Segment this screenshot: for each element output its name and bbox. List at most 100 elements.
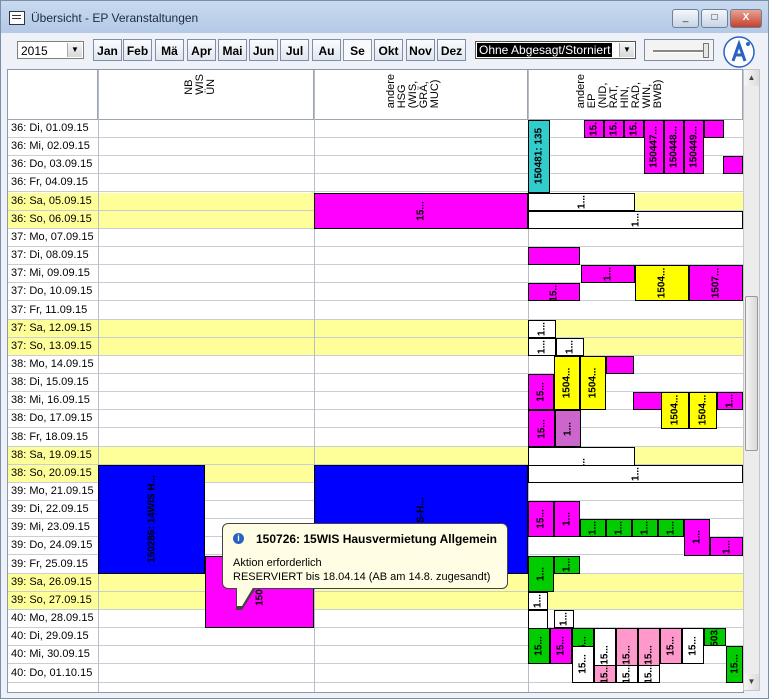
booking-label: 1... [587,521,599,536]
month-button-2[interactable]: Feb [123,39,152,61]
month-button-9[interactable]: Se [343,39,372,61]
booking-block[interactable]: 1... [684,519,710,556]
month-button-11[interactable]: Nov [406,39,435,61]
booking-block[interactable]: 1... [717,392,743,411]
booking-block[interactable]: 1... [606,519,632,538]
booking-block[interactable]: 1504... [635,265,689,302]
close-button[interactable]: X [730,9,762,28]
booking-block[interactable]: 15... [528,501,554,538]
scrollbar-thumb[interactable] [745,296,758,451]
booking-block[interactable]: 15. [584,120,604,139]
scroll-down-icon[interactable]: ▼ [744,674,759,690]
month-button-1[interactable]: Jan [93,39,122,61]
booking-block[interactable]: 1... [528,591,548,611]
booking-block[interactable]: 150286: 14WIS H... [98,464,205,574]
booking-block[interactable]: 150449... [684,120,704,175]
booking-block[interactable]: 1... [658,519,684,538]
booking-block[interactable]: 150481: 135 [528,120,550,193]
booking-block[interactable]: 15... [314,192,528,229]
status-filter-select[interactable]: Ohne Abgesagt/Storniert ▼ [475,41,636,59]
day-row[interactable]: 38: Do, 17.09.15 [8,410,743,429]
day-row[interactable]: 38: Fr, 18.09.15 [8,429,743,447]
day-row[interactable]: 40: Mo, 28.09.15 [8,610,743,629]
maximize-button[interactable]: □ [701,9,728,28]
booking-block[interactable]: 1504... [554,355,580,411]
booking-block[interactable]: 1... [528,555,554,592]
day-label: 38: Do, 17.09.15 [11,412,93,425]
booking-block[interactable]: 15... [726,646,743,683]
booking-block[interactable]: 15... [550,628,572,665]
month-button-10[interactable]: Okt [374,39,403,61]
booking-block[interactable] [606,355,634,375]
day-row[interactable]: 37: Sa, 12.09.15 [8,319,743,338]
booking-block[interactable]: 1... [632,519,658,538]
booking-block[interactable]: 1504... [689,392,717,429]
booking-block[interactable]: 1... [580,519,606,538]
month-button-7[interactable]: Jul [280,39,309,61]
booking-block[interactable]: 15... [638,664,660,683]
day-row[interactable]: 37: Do, 10.09.15 [8,283,743,302]
column-header-hsg[interactable]: andere HSG (WIS, GRÄ, MUC) [314,70,528,120]
booking-block[interactable]: 1... [555,410,581,447]
booking-block[interactable]: 15... [528,628,550,665]
booking-block[interactable]: 1... [710,537,743,556]
month-button-6[interactable]: Jun [249,39,278,61]
slider-thumb[interactable] [703,43,709,58]
booking-block[interactable]: 1... [528,319,556,338]
booking-block[interactable]: 15... [528,283,580,302]
booking-block[interactable]: 1503... [704,628,726,647]
booking-block[interactable]: 1504... [661,392,689,429]
booking-block[interactable]: 15... [660,628,682,665]
booking-block[interactable]: 1... [528,210,743,229]
month-button-12[interactable]: Dez [437,39,466,61]
month-button-4[interactable]: Apr [187,39,216,61]
vertical-scrollbar[interactable]: ▲ ▼ [743,69,760,691]
booking-block[interactable]: 1... [528,192,635,211]
minimize-button[interactable]: _ [672,9,699,28]
booking-block[interactable]: 15... [528,374,554,411]
booking-block[interactable]: 1... [554,555,580,574]
booking-block[interactable]: 15. [604,120,624,139]
day-row[interactable]: 39: So, 27.09.15 [8,591,743,610]
title-bar[interactable]: Übersicht - EP Veranstaltungen _ □ X [1,1,768,33]
day-row[interactable]: 37: Fr, 11.09.15 [8,302,743,320]
booking-block[interactable]: 1... [556,337,584,356]
booking-block[interactable]: 1... [554,610,574,629]
scroll-up-icon[interactable]: ▲ [744,70,759,86]
year-select[interactable]: 2015 ▼ [17,41,84,59]
booking-block[interactable]: 150447... [644,120,664,175]
booking-block[interactable] [528,247,580,266]
day-row[interactable]: 36: Do, 03.09.15 [8,156,743,175]
booking-label: 1... [602,267,614,282]
booking-block[interactable]: 15... [594,664,616,683]
booking-block[interactable]: 15. [624,120,644,139]
booking-block[interactable]: 1... [528,337,556,356]
column-header-ep[interactable]: andere EP (NID, RAT, HIN, RAD, WIN, BWB) [528,70,743,120]
booking-block[interactable]: 150448... [664,120,684,175]
day-row[interactable]: 37: So, 13.09.15 [8,337,743,356]
booking-block[interactable]: 1... [528,464,743,483]
booking-block[interactable]: 15... [528,410,555,447]
booking-block[interactable] [704,120,724,139]
month-button-8[interactable]: Au [312,39,341,61]
month-button-5[interactable]: Mai [218,39,247,61]
column-header-nb-wis[interactable]: NB WIS ÜN [98,70,314,120]
month-button-3[interactable]: Mä [155,39,184,61]
booking-block[interactable]: 1... [581,265,635,284]
booking-label: 1... [724,394,736,409]
day-row[interactable]: 37: Mo, 07.09.15 [8,229,743,247]
day-row[interactable]: 38: Di, 15.09.15 [8,374,743,393]
booking-block[interactable] [723,156,743,175]
booking-block[interactable]: 1... [554,501,580,538]
booking-block[interactable]: 1504... [580,355,606,411]
slider-track [653,50,705,53]
day-row[interactable]: 37: Di, 08.09.15 [8,247,743,266]
day-label: 39: Mo, 21.09.15 [11,485,94,497]
booking-block[interactable]: 15... [572,646,594,683]
booking-block[interactable]: 15... [682,628,704,665]
day-row[interactable]: 36: Fr, 04.09.15 [8,174,743,193]
zoom-slider[interactable] [644,39,714,61]
booking-block[interactable]: 1507... [689,265,743,302]
day-row[interactable]: 36: Mi, 02.09.15 [8,138,743,157]
booking-block[interactable]: 15... [616,664,638,683]
